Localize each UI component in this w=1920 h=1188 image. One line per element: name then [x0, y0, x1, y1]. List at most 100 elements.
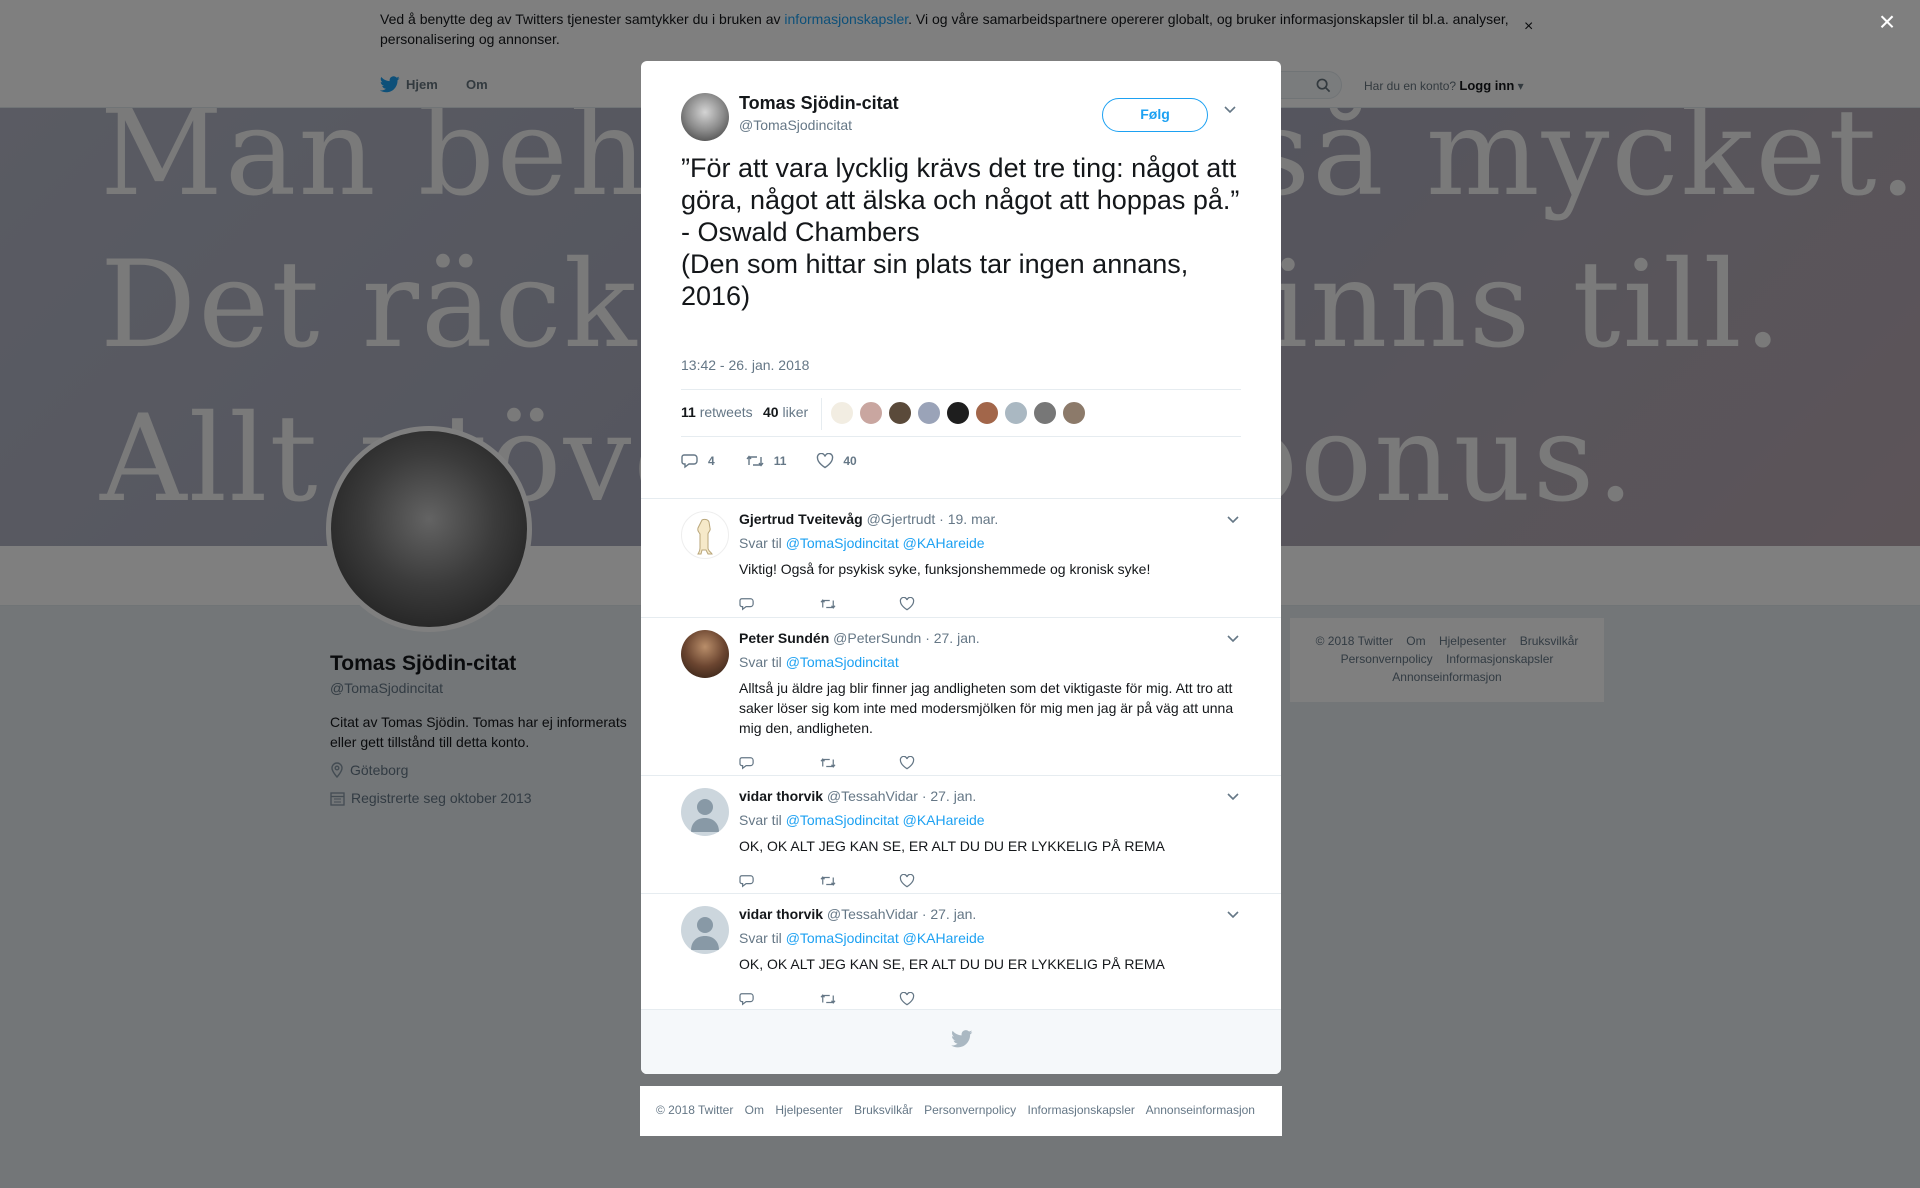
reply-author-name[interactable]: Gjertrud Tveitevåg: [739, 511, 863, 527]
reply-text: OK, OK ALT JEG KAN SE, ER ALT DU DU ER L…: [739, 956, 1165, 972]
footer-link: © 2018 Twitter: [656, 1103, 734, 1117]
like-button[interactable]: 40: [816, 453, 857, 469]
reply-text: Alltså ju äldre jag blir finner jag andl…: [739, 680, 1234, 736]
reply-author-name[interactable]: vidar thorvik: [739, 788, 823, 804]
mention-link[interactable]: @TomaSjodincitat: [786, 654, 899, 670]
default-avatar-icon: [691, 917, 719, 950]
reply-date[interactable]: · 27. jan.: [922, 906, 976, 922]
twitter-bird-icon: [951, 1030, 973, 1048]
tweet-timestamp[interactable]: 13:42 - 26. jan. 2018: [681, 357, 809, 373]
retweet-button[interactable]: [819, 756, 899, 775]
chevron-down-icon[interactable]: [1226, 634, 1240, 644]
reply-button[interactable]: [739, 874, 819, 893]
reply-icon: [739, 875, 754, 888]
avatar[interactable]: [946, 401, 970, 425]
avatar[interactable]: [859, 401, 883, 425]
reply-to: Svar til @TomaSjodincitat @KAHareide: [739, 812, 985, 828]
reply-icon: [739, 993, 754, 1006]
liker-avatars: [830, 401, 1086, 425]
reply-date[interactable]: · 19. mar.: [939, 511, 998, 527]
likes-stat[interactable]: 40 liker: [763, 404, 808, 420]
like-button[interactable]: [899, 596, 979, 616]
reply-to: Svar til @TomaSjodincitat @KAHareide: [739, 930, 985, 946]
reply-button[interactable]: [739, 597, 819, 616]
avatar[interactable]: [681, 788, 729, 836]
reply-icon: [739, 757, 754, 770]
tweet-actions: 4 11 40: [681, 453, 887, 469]
mention-link[interactable]: @TomaSjodincitat @KAHareide: [786, 535, 985, 551]
reply-button[interactable]: [739, 756, 819, 775]
reply-actions: [739, 596, 979, 616]
reply-date[interactable]: · 27. jan.: [922, 788, 976, 804]
mention-link[interactable]: @TomaSjodincitat @KAHareide: [786, 812, 985, 828]
reply-actions: [739, 755, 979, 775]
tweet-text: ”För att vara lycklig krävs det tre ting…: [681, 153, 1240, 311]
footer-link[interactable]: Hjelpesenter: [775, 1103, 842, 1117]
reply-to: Svar til @TomaSjodincitat: [739, 654, 899, 670]
chevron-down-icon[interactable]: [1226, 910, 1240, 920]
footer-link[interactable]: Informasjonskapsler: [1028, 1103, 1135, 1117]
like-button[interactable]: [899, 755, 979, 775]
reply-tweet[interactable]: vidar thorvik @TessahVidar · 27. jan. Sv…: [641, 775, 1281, 893]
chevron-down-icon[interactable]: [1223, 105, 1237, 115]
avatar[interactable]: [681, 906, 729, 954]
like-icon: [899, 755, 915, 770]
reply-actions: [739, 873, 979, 893]
avatar[interactable]: [975, 401, 999, 425]
reply-author-handle[interactable]: @Gjertrudt: [867, 511, 936, 527]
retweet-icon: [820, 994, 836, 1004]
like-icon: [899, 596, 915, 611]
reply-header: vidar thorvik @TessahVidar · 27. jan.: [739, 906, 976, 922]
footer-link[interactable]: Personvernpolicy: [924, 1103, 1016, 1117]
avatar[interactable]: [681, 630, 729, 678]
tweet-author-handle[interactable]: @TomaSjodincitat: [739, 117, 852, 133]
reply-tweet[interactable]: vidar thorvik @TessahVidar · 27. jan. Sv…: [641, 893, 1281, 1009]
reply-button[interactable]: 4: [681, 453, 715, 469]
retweet-icon: [820, 599, 836, 609]
reply-author-handle[interactable]: @TessahVidar: [827, 906, 918, 922]
reply-icon: [681, 454, 698, 469]
tweet-author-name[interactable]: Tomas Sjödin-citat: [739, 93, 899, 114]
close-icon[interactable]: ×: [1875, 8, 1899, 36]
follow-button[interactable]: Følg: [1102, 98, 1208, 132]
like-button[interactable]: [899, 873, 979, 893]
like-icon: [817, 453, 834, 469]
llama-icon: [697, 518, 713, 555]
divider: [821, 398, 822, 430]
avatar[interactable]: [1062, 401, 1086, 425]
reply-author-name[interactable]: Peter Sundén: [739, 630, 829, 646]
avatar[interactable]: [1004, 401, 1028, 425]
avatar[interactable]: [917, 401, 941, 425]
reply-text: OK, OK ALT JEG KAN SE, ER ALT DU DU ER L…: [739, 838, 1165, 854]
chevron-down-icon[interactable]: [1226, 792, 1240, 802]
retweet-icon: [746, 455, 764, 467]
like-icon: [899, 991, 915, 1006]
avatar[interactable]: [681, 511, 729, 559]
retweet-icon: [820, 758, 836, 768]
reply-date[interactable]: · 27. jan.: [925, 630, 979, 646]
reply-tweet[interactable]: Peter Sundén @PeterSundn · 27. jan. Svar…: [641, 617, 1281, 775]
tweet-stats: 11 retweets 40 liker: [681, 389, 1241, 437]
footer-link[interactable]: Bruksvilkår: [854, 1103, 913, 1117]
chevron-down-icon[interactable]: [1226, 515, 1240, 525]
reply-to: Svar til @TomaSjodincitat @KAHareide: [739, 535, 985, 551]
avatar[interactable]: [888, 401, 912, 425]
retweet-button[interactable]: [819, 597, 899, 616]
retweet-button[interactable]: 11: [745, 453, 786, 469]
modal-page-footer: © 2018 Twitter Om Hjelpesenter Bruksvilk…: [640, 1086, 1282, 1136]
reply-author-name[interactable]: vidar thorvik: [739, 906, 823, 922]
reply-author-handle[interactable]: @TessahVidar: [827, 788, 918, 804]
footer-link[interactable]: Om: [745, 1103, 764, 1117]
avatar[interactable]: [1033, 401, 1057, 425]
like-icon: [899, 873, 915, 888]
avatar[interactable]: [681, 93, 729, 141]
mention-link[interactable]: @TomaSjodincitat @KAHareide: [786, 930, 985, 946]
avatar[interactable]: [830, 401, 854, 425]
retweet-button[interactable]: [819, 874, 899, 893]
reply-header: Peter Sundén @PeterSundn · 27. jan.: [739, 630, 980, 646]
reply-author-handle[interactable]: @PeterSundn: [833, 630, 921, 646]
retweets-stat[interactable]: 11 retweets: [681, 404, 753, 420]
footer-link[interactable]: Annonseinformasjon: [1146, 1103, 1255, 1117]
reply-tweet[interactable]: Gjertrud Tveitevåg @Gjertrudt · 19. mar.…: [641, 498, 1281, 617]
reply-icon: [739, 598, 754, 611]
